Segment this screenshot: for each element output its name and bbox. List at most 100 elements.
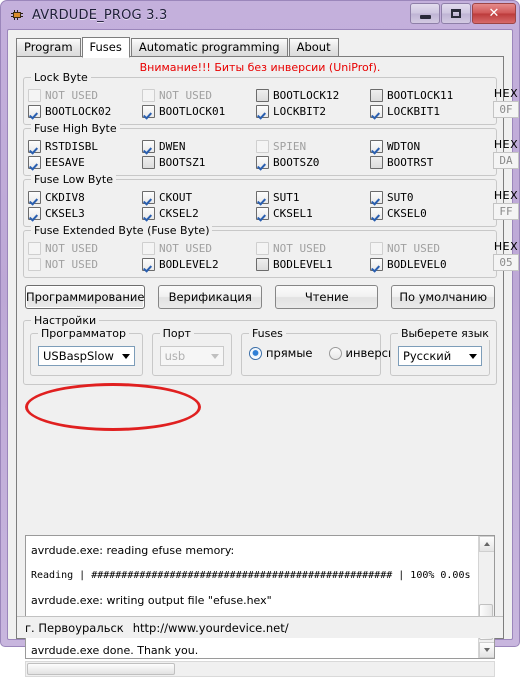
checkbox-label: BOOTSZ0 [273, 155, 320, 169]
language-select[interactable]: Русский [397, 346, 482, 366]
checkbox-dwen[interactable]: DWEN [142, 138, 256, 154]
radio-button[interactable] [248, 346, 262, 360]
radio-button[interactable] [328, 346, 342, 360]
checkbox-box[interactable] [370, 190, 383, 204]
hex-value[interactable]: FF [493, 203, 519, 220]
checkbox-box[interactable] [142, 139, 155, 153]
scroll-down-button[interactable] [479, 642, 494, 658]
checkbox-box[interactable] [370, 88, 383, 102]
group-lock-byte: Lock Byte NOT USED NOT USED BOOTLOCK12 B… [23, 71, 519, 125]
programmer-select[interactable]: USBaspSlow [38, 346, 135, 366]
checkbox-ext-notused-2: NOT USED [142, 240, 256, 256]
checkbox-cksel2[interactable]: CKSEL2 [142, 205, 256, 221]
port-select[interactable]: usb [159, 346, 224, 366]
checkbox-cksel3[interactable]: CKSEL3 [28, 205, 142, 221]
horizontal-scrollbar[interactable] [25, 661, 495, 677]
checkbox-bodlevel2[interactable]: BODLEVEL2 [142, 256, 256, 272]
checkbox-sut0[interactable]: SUT0 [370, 189, 484, 205]
hex-display-fuse-high-byte: HEX DA [484, 138, 520, 169]
checkbox-box[interactable] [28, 104, 41, 118]
checkbox-box[interactable] [142, 190, 155, 204]
radio-direct[interactable]: прямые [248, 346, 313, 360]
checkbox-cksel1[interactable]: CKSEL1 [256, 205, 370, 221]
status-url[interactable]: http://www.yourdevice.net/ [133, 621, 289, 635]
checkbox-box[interactable] [256, 206, 269, 220]
tab-fuses[interactable]: Fuses [81, 37, 130, 58]
checkbox-box [256, 241, 269, 255]
checkbox-bodlevel0[interactable]: BODLEVEL0 [370, 256, 484, 272]
checkbox-cksel0[interactable]: CKSEL0 [370, 205, 484, 221]
settings-panel: Настройки Программатор USBaspSlow Порт u… [23, 314, 497, 385]
checkbox-box[interactable] [370, 139, 383, 153]
checkbox-bootrst[interactable]: BOOTRST [370, 154, 484, 170]
hex-value[interactable]: 0F [493, 101, 519, 118]
checkbox-box[interactable] [142, 104, 155, 118]
checkbox-box[interactable] [370, 155, 383, 169]
action-button-row: Программирование Верификация Чтение По у… [25, 285, 495, 309]
client-area: Program Fuses Automatic programming Abou… [7, 29, 519, 677]
checkbox-bootsz1[interactable]: BOOTSZ1 [142, 154, 256, 170]
checkbox-box[interactable] [28, 190, 41, 204]
log-output[interactable]: avrdude.exe: reading efuse memory: Readi… [25, 535, 495, 659]
hex-value[interactable]: DA [493, 152, 519, 169]
checkbox-box[interactable] [28, 139, 41, 153]
defaults-button[interactable]: По умолчанию [391, 285, 495, 309]
checkbox-box [142, 241, 155, 255]
group-title: Fuse Extended Byte (Fuse Byte) [31, 224, 213, 237]
checkbox-ckdiv8[interactable]: CKDIV8 [28, 189, 142, 205]
tab-program[interactable]: Program [16, 38, 81, 57]
checkbox-ext-notused-5: NOT USED [28, 256, 142, 272]
hex-label: HEX [493, 87, 519, 100]
checkbox-wdton[interactable]: WDTON [370, 138, 484, 154]
tab-about[interactable]: About [288, 38, 339, 57]
checkbox-box[interactable] [28, 206, 41, 220]
checkbox-label: WDTON [387, 139, 421, 153]
log-vertical-scrollbar[interactable] [478, 536, 494, 658]
program-button[interactable]: Программирование [25, 285, 146, 309]
checkbox-bootlock01[interactable]: BOOTLOCK01 [142, 103, 256, 119]
checkbox-eesave[interactable]: EESAVE [28, 154, 142, 170]
checkbox-label: CKDIV8 [45, 190, 85, 204]
triangle-up-icon [484, 542, 490, 546]
checkbox-box[interactable] [256, 88, 269, 102]
checkbox-box[interactable] [370, 257, 383, 271]
checkbox-bootlock12[interactable]: BOOTLOCK12 [256, 87, 370, 103]
checkbox-rstdisbl[interactable]: RSTDISBL [28, 138, 142, 154]
checkbox-box[interactable] [256, 190, 269, 204]
checkbox-label: BODLEVEL2 [159, 257, 219, 271]
verify-button[interactable]: Верификация [158, 285, 262, 309]
minimize-button[interactable] [410, 3, 440, 24]
checkbox-box[interactable] [142, 206, 155, 220]
close-button[interactable]: ✕ [472, 3, 516, 24]
checkbox-lockbit1[interactable]: LOCKBIT1 [370, 103, 484, 119]
checkbox-label: NOT USED [159, 88, 212, 102]
tab-automatic-programming[interactable]: Automatic programming [130, 38, 288, 57]
window-controls: ✕ [409, 3, 516, 24]
scrollbar-thumb[interactable] [27, 663, 175, 675]
checkbox-box[interactable] [28, 155, 41, 169]
checkbox-box[interactable] [142, 155, 155, 169]
hex-value[interactable]: 05 [493, 254, 519, 271]
checkbox-box[interactable] [142, 257, 155, 271]
checkbox-bodlevel1[interactable]: BODLEVEL1 [256, 256, 370, 272]
checkbox-box[interactable] [256, 257, 269, 271]
checkbox-box[interactable] [370, 104, 383, 118]
scroll-up-button[interactable] [479, 536, 494, 552]
maximize-button[interactable] [441, 3, 471, 24]
maximize-icon [451, 9, 461, 18]
checkbox-lockbit2[interactable]: LOCKBIT2 [256, 103, 370, 119]
checkbox-bootlock02[interactable]: BOOTLOCK02 [28, 103, 142, 119]
red-ellipse-annotation [25, 383, 201, 431]
checkbox-bootlock11[interactable]: BOOTLOCK11 [370, 87, 484, 103]
checkbox-label: BOOTLOCK01 [159, 104, 226, 118]
checkbox-ckout[interactable]: CKOUT [142, 189, 256, 205]
read-button[interactable]: Чтение [274, 285, 379, 309]
minimize-icon [419, 14, 431, 19]
checkbox-lock-notused-1: NOT USED [28, 87, 142, 103]
checkbox-box[interactable] [256, 155, 269, 169]
checkbox-box [256, 139, 269, 153]
checkbox-box[interactable] [370, 206, 383, 220]
checkbox-sut1[interactable]: SUT1 [256, 189, 370, 205]
checkbox-bootsz0[interactable]: BOOTSZ0 [256, 154, 370, 170]
checkbox-box[interactable] [256, 104, 269, 118]
